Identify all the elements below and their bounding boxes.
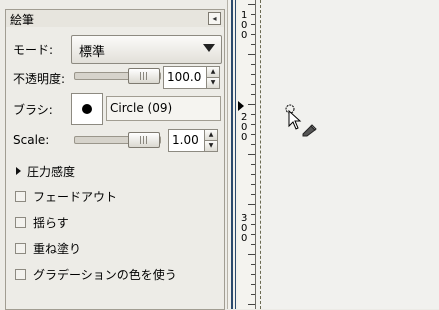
incremental-checkbox[interactable]: 重ね塗り: [15, 240, 81, 257]
opacity-input[interactable]: 100.0: [163, 66, 207, 89]
brush-name-field: Circle (09): [106, 96, 221, 121]
ruler-tick: [251, 164, 255, 165]
vertical-ruler[interactable]: 1 0 0 2 0 0 3 0 0: [238, 0, 256, 309]
ruler-tick: [251, 284, 255, 285]
tool-options-panel: 絵筆 ◂ モード: 標準 不透明度: 100.0 ▲ ▼ ブラシ: Circle…: [0, 0, 227, 310]
ruler-tick: [251, 184, 255, 185]
ruler-tick: [251, 274, 255, 275]
ruler-tick: [251, 84, 255, 85]
panel-header: 絵筆 ◂: [5, 9, 225, 28]
ruler-label-300: 3 0 0: [241, 213, 248, 244]
ruler-tick: [251, 74, 255, 75]
pressure-sensitivity-expander[interactable]: 圧力感度: [16, 163, 75, 180]
chevron-down-icon: [203, 44, 215, 52]
ruler-position-marker-icon: [238, 101, 244, 111]
brush-preview-button[interactable]: [71, 93, 103, 125]
ruler-tick: [248, 254, 255, 255]
expander-arrow-icon: [16, 167, 21, 175]
mode-dropdown[interactable]: 標準: [71, 35, 222, 64]
ruler-label-200: 2 0 0: [241, 112, 248, 143]
ruler-tick: [251, 194, 255, 195]
image-canvas[interactable]: [256, 0, 439, 309]
ruler-tick: [251, 264, 255, 265]
circle-brush-icon: [82, 104, 92, 114]
ruler-tick: [251, 34, 255, 35]
brush-label: ブラシ:: [13, 103, 53, 117]
ruler-tick: [251, 144, 255, 145]
mouse-pointer-icon: [285, 104, 302, 130]
dock-separator[interactable]: [227, 0, 238, 309]
ruler-tick: [251, 234, 255, 235]
scale-slider-handle[interactable]: [128, 132, 160, 148]
opacity-slider-handle[interactable]: [128, 68, 160, 84]
ruler-label-100: 1 0 0: [241, 10, 248, 41]
jitter-checkbox[interactable]: 揺らす: [15, 214, 69, 231]
mode-label: モード:: [13, 43, 54, 57]
ruler-tick: [248, 104, 255, 105]
ruler-tick: [251, 14, 255, 15]
ruler-tick: [248, 304, 255, 305]
ruler-tick: [251, 44, 255, 45]
ruler-tick: [251, 24, 255, 25]
mode-value: 標準: [79, 45, 106, 60]
ruler-tick: [251, 124, 255, 125]
ruler-tick: [248, 204, 255, 205]
ruler-tick: [248, 154, 255, 155]
ruler-tick: [251, 214, 255, 215]
opacity-decrement-button[interactable]: ▼: [206, 77, 220, 89]
ruler-tick: [248, 54, 255, 55]
scale-decrement-button[interactable]: ▼: [204, 140, 218, 152]
tab-menu-icon[interactable]: ◂: [208, 12, 221, 25]
scale-input[interactable]: 1.00: [168, 129, 205, 152]
ruler-tick: [251, 224, 255, 225]
ruler-tick: [251, 94, 255, 95]
ruler-tick: [251, 174, 255, 175]
use-gradient-color-checkbox[interactable]: グラデーションの色を使う: [15, 266, 177, 283]
paintbrush-cursor-icon: [302, 124, 317, 137]
ruler-tick: [251, 294, 255, 295]
ruler-tick: [248, 4, 255, 5]
panel-title: 絵筆: [10, 13, 35, 27]
ruler-tick: [251, 64, 255, 65]
fade-out-checkbox[interactable]: フェードアウト: [15, 188, 117, 205]
canvas-guide-line: [260, 0, 261, 309]
ruler-tick: [251, 114, 255, 115]
scale-label: Scale:: [13, 133, 50, 147]
ruler-tick: [251, 244, 255, 245]
pressure-sensitivity-label: 圧力感度: [27, 165, 76, 179]
ruler-tick: [251, 134, 255, 135]
opacity-label: 不透明度:: [13, 72, 66, 86]
